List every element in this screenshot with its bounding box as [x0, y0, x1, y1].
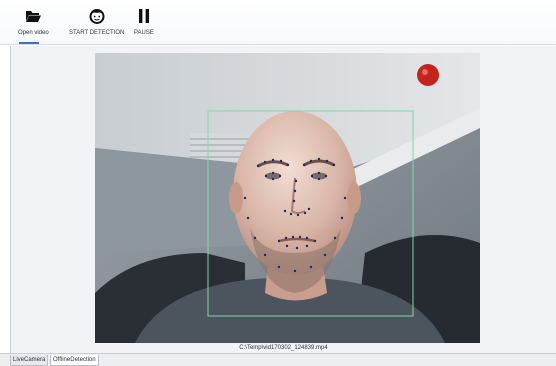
detection-panel: C:\Temp\vid170302_124839.mp4 — [10, 46, 556, 353]
start-detection-label: START DETECTION — [69, 30, 125, 36]
folder-open-icon — [26, 11, 42, 22]
open-video-button[interactable]: Open video — [18, 8, 49, 40]
face-icon — [89, 9, 105, 24]
pause-label: PAUSE — [134, 30, 154, 36]
tab-live-camera[interactable]: LiveCamera — [10, 355, 49, 366]
pause-icon — [138, 9, 149, 23]
tab-offline-detection[interactable]: OfflineDetection — [50, 355, 99, 366]
mode-tabstrip: LiveCamera OfflineDetection — [0, 353, 556, 366]
pause-button[interactable]: PAUSE — [134, 8, 154, 40]
toolbar-divider — [0, 44, 556, 45]
video-file-path: C:\Temp\vid170302_124839.mp4 — [239, 345, 328, 351]
start-detection-button[interactable]: START DETECTION — [69, 8, 124, 40]
toolbar: Open video START DETECTION PAUSE — [0, 0, 556, 44]
video-image — [95, 53, 480, 343]
open-video-label: Open video — [18, 30, 49, 36]
video-frame — [95, 53, 480, 343]
